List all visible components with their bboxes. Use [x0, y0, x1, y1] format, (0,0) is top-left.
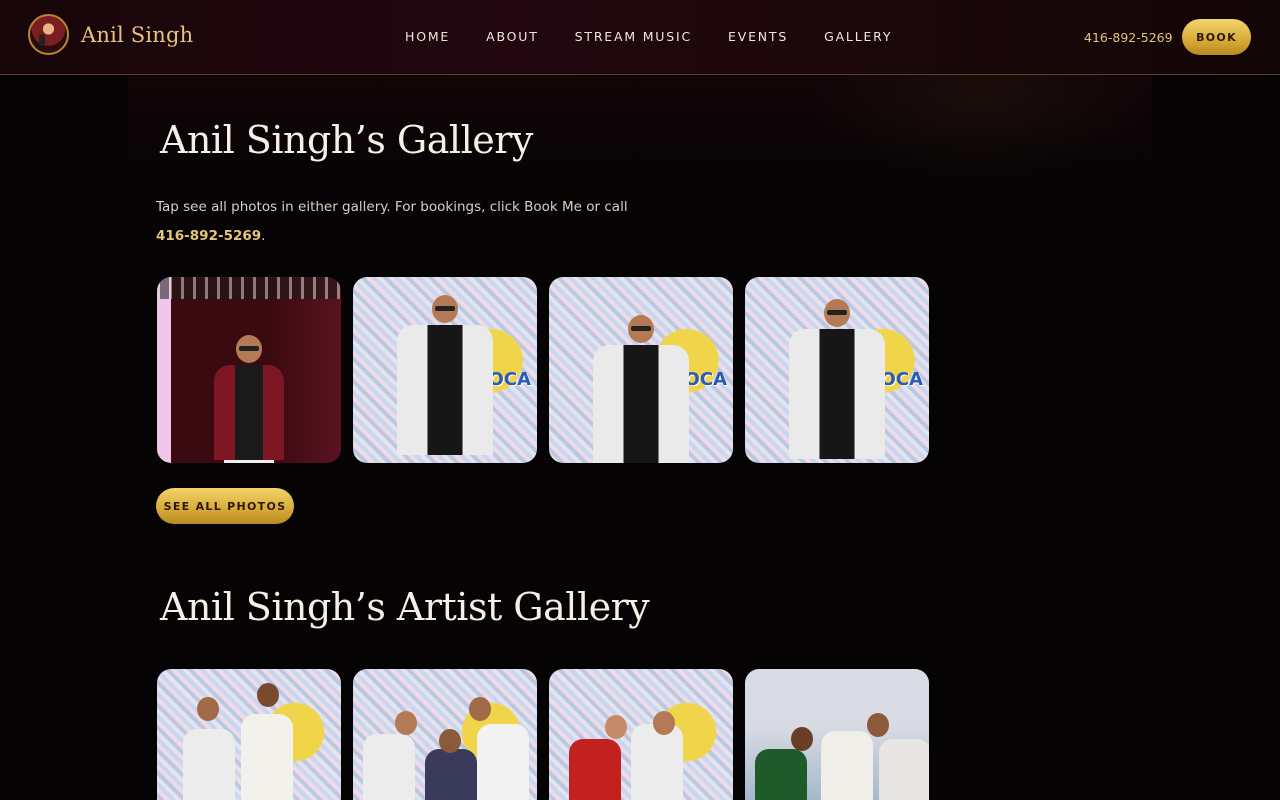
artist-group [559, 689, 729, 800]
brand[interactable]: Anil Singh [28, 14, 193, 55]
nav-stream-music[interactable]: STREAM MUSIC [575, 29, 692, 44]
artist-group [359, 689, 535, 800]
site-header: Anil Singh HOME ABOUT STREAM MUSIC EVENT… [0, 0, 1280, 75]
person-figure [397, 295, 493, 455]
artist-photo-1[interactable] [157, 669, 341, 800]
person-figure [593, 315, 689, 463]
intro-text: Tap see all photos in either gallery. Fo… [156, 199, 628, 215]
artist-photo-4[interactable] [745, 669, 929, 800]
gallery-intro: Tap see all photos in either gallery. Fo… [156, 193, 656, 251]
artist-group [751, 689, 929, 800]
header-phone-link[interactable]: 416-892-5269 [1084, 30, 1173, 45]
gallery-photo-stage[interactable] [157, 277, 341, 463]
gallery-title: Anil Singh’s Gallery [160, 118, 533, 162]
artist-photo-3[interactable] [549, 669, 733, 800]
nav-gallery[interactable]: GALLERY [824, 29, 892, 44]
see-all-photos-button[interactable]: SEE ALL PHOTOS [156, 488, 294, 524]
intro-phone-link[interactable]: 416-892-5269 [156, 228, 261, 244]
artist-gallery-photos [157, 669, 941, 800]
gallery-photo-festival-2[interactable]: SOCA [549, 277, 733, 463]
brand-name[interactable]: Anil Singh [81, 23, 193, 47]
artist-gallery-title: Anil Singh’s Artist Gallery [160, 585, 650, 629]
avatar [28, 14, 69, 55]
gallery-photos: SOCA SOCA SOCA [157, 277, 941, 463]
book-button[interactable]: BOOK [1182, 19, 1251, 55]
nav-about[interactable]: ABOUT [486, 29, 539, 44]
performer-figure [214, 335, 284, 463]
gallery-photo-festival-1[interactable]: SOCA [353, 277, 537, 463]
gallery-photo-festival-3[interactable]: SOCA [745, 277, 929, 463]
nav-home[interactable]: HOME [405, 29, 450, 44]
nav-events[interactable]: EVENTS [728, 29, 788, 44]
artist-photo-2[interactable] [353, 669, 537, 800]
intro-end: . [261, 228, 266, 244]
artist-group [177, 683, 327, 800]
person-figure [789, 299, 885, 459]
main-nav: HOME ABOUT STREAM MUSIC EVENTS GALLERY [405, 29, 928, 44]
